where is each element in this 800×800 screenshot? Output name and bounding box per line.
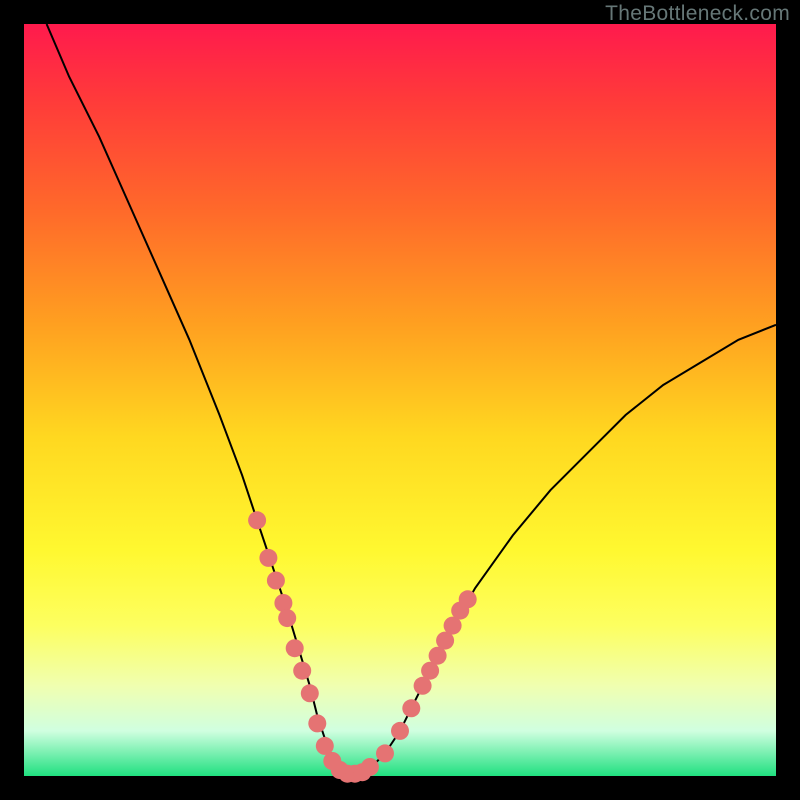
data-marker [391, 722, 409, 740]
data-marker [293, 662, 311, 680]
data-marker [361, 758, 379, 776]
data-marker [259, 549, 277, 567]
data-marker [376, 744, 394, 762]
bottleneck-curve [47, 24, 776, 774]
curve-overlay [0, 0, 800, 800]
data-marker [301, 684, 319, 702]
data-marker [248, 511, 266, 529]
data-marker [286, 639, 304, 657]
data-marker [267, 572, 285, 590]
data-marker [459, 590, 477, 608]
data-marker [308, 714, 326, 732]
data-marker [402, 699, 420, 717]
data-marker [274, 594, 292, 612]
data-markers [248, 511, 477, 782]
data-marker [278, 609, 296, 627]
